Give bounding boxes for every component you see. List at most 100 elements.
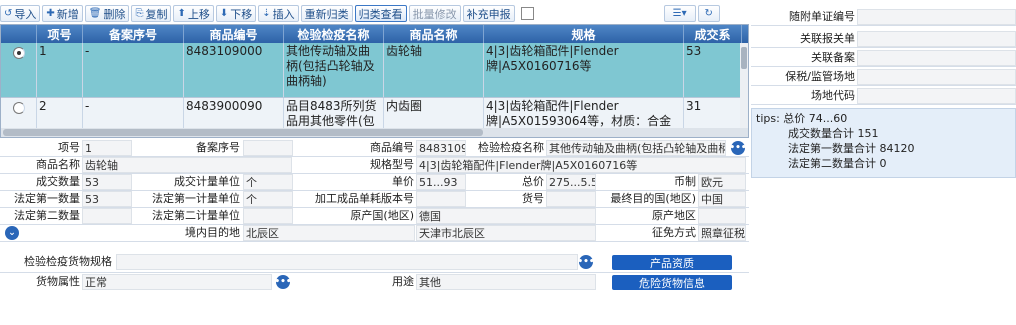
unit-field[interactable]: 个 (243, 174, 293, 190)
classify-view-button[interactable]: 归类查看 (354, 5, 407, 22)
scrollbar-thumb[interactable] (741, 47, 747, 69)
cell-code: 8483109000 (184, 43, 284, 97)
code-label: 商品编号 (370, 141, 414, 154)
ciq-spec-field[interactable] (116, 254, 578, 270)
total-label: 总价 (522, 175, 544, 188)
seq-label: 项号 (58, 141, 80, 154)
record-field[interactable] (243, 140, 293, 156)
move-down-button[interactable]: ⬇ 下移 (215, 5, 257, 22)
domestic-dest-full[interactable]: 天津市北辰区 (416, 225, 596, 241)
grid-vertical-scrollbar[interactable] (740, 43, 748, 137)
goods-no-field[interactable] (546, 191, 596, 207)
add-button[interactable]: ✚ 新增 (42, 5, 83, 22)
related-record-field[interactable] (857, 50, 1016, 66)
unit-label: 成交计量单位 (174, 175, 240, 188)
use-field[interactable]: 其他 (416, 274, 596, 290)
dangerous-goods-button[interactable]: 危险货物信息 (612, 275, 732, 290)
table-row[interactable]: 2 - 8483900090 品目8483所列货品用其他零件(包 内齿圈 4|3… (1, 98, 748, 130)
col-qty[interactable]: 成交系 (684, 25, 742, 43)
process-field[interactable] (416, 191, 466, 207)
domestic-dest-field[interactable]: 北辰区 (243, 225, 415, 241)
dest-country-field[interactable]: 中国 (698, 191, 746, 207)
expand-icon[interactable]: ⌄ (5, 226, 19, 240)
origin-area-field[interactable] (698, 208, 746, 224)
ciq-spec-label: 检验检疫货物规格 (24, 255, 112, 268)
attr-more-icon[interactable]: ••• (274, 275, 292, 289)
copy-button[interactable]: ⎘ 复制 (131, 5, 172, 22)
classify-view-label: 归类查看 (358, 7, 403, 21)
col-name[interactable]: 商品名称 (384, 25, 484, 43)
product-qualification-button[interactable]: 产品资质 (612, 255, 732, 270)
row-select-cell[interactable] (1, 43, 37, 97)
row-radio[interactable] (12, 102, 25, 114)
col-ciq-name[interactable]: 检验检疫名称 (284, 25, 384, 43)
col-spec[interactable]: 规格 (484, 25, 684, 43)
row-radio[interactable] (12, 47, 25, 59)
supplement-checkbox[interactable] (520, 7, 534, 20)
cell-spec: 4|3|齿轮箱配件|Flender牌|A5X0160716等 (484, 43, 684, 97)
attr-field[interactable]: 正常 (82, 274, 272, 290)
refresh-button[interactable]: ↻ (697, 5, 720, 22)
bonded-site-row: 保税/监管场地 (751, 69, 1016, 86)
scrollbar-thumb[interactable] (3, 129, 483, 136)
related-declaration-field[interactable] (857, 31, 1016, 47)
import-label: 导入 (14, 7, 37, 21)
legal-unit2-field[interactable] (243, 208, 293, 224)
domestic-dest-label: 境内目的地 (185, 226, 240, 239)
levy-label: 征免方式 (652, 226, 696, 239)
insert-button[interactable]: ⇣ 插入 (258, 5, 299, 22)
site-code-field[interactable] (857, 88, 1016, 104)
col-record[interactable]: 备案序号 (83, 25, 184, 43)
ciq-spec-more-icon[interactable]: ••• (577, 255, 595, 269)
related-record-label: 关联备案 (811, 51, 855, 64)
tips-lq2-label: 法定第二数量合计 (788, 157, 876, 170)
bonded-site-field[interactable] (857, 69, 1016, 85)
qty-field[interactable]: 53 (82, 174, 132, 190)
name-field[interactable]: 齿轮轴 (82, 157, 292, 173)
tips-box: tips: 总价 74...60 成交数量合计 151 法定第一数量合计 841… (751, 108, 1016, 178)
spec-field[interactable]: 4|3|齿轮箱配件|Flender牌|A5X0160716等 (416, 157, 746, 173)
reclassify-button[interactable]: 重新归类 (300, 5, 353, 22)
levy-field[interactable]: 照章征税 (698, 225, 746, 241)
attached-doc-field[interactable] (857, 9, 1016, 25)
row-select-cell[interactable] (1, 98, 37, 129)
ciq-name-field[interactable]: 其他传动轴及曲柄(包括凸轮轴及曲柄轴) (546, 140, 726, 156)
add-label: 新增 (56, 7, 79, 21)
right-panel: 随附单证编号 关联报关单 关联备案 保税/监管场地 场地代码 tips: 总价 … (751, 0, 1016, 325)
legal-unit1-field[interactable]: 个 (243, 191, 293, 207)
arrow-up-icon: ⬆ (177, 8, 186, 19)
ciq-name-more-icon[interactable]: ••• (729, 141, 747, 155)
cell-record: - (83, 98, 184, 129)
tips-lq2-value: 0 (879, 157, 887, 170)
batch-edit-button[interactable]: 批量修改 (408, 5, 461, 22)
cell-name: 齿轮轴 (384, 43, 484, 97)
legal-qty2-field[interactable] (82, 208, 132, 224)
supplement-button[interactable]: 补充申报 (462, 5, 515, 22)
trash-icon: 🗑 (88, 8, 102, 19)
attached-doc-row: 随附单证编号 (751, 9, 1016, 26)
seq-field[interactable]: 1 (82, 140, 132, 156)
import-button[interactable]: ↺ 导入 (0, 5, 41, 22)
batch-edit-label: 批量修改 (412, 7, 457, 21)
form-row: 检验检疫货物规格 ••• 产品资质 (0, 254, 749, 273)
goods-no-label: 货号 (522, 192, 544, 205)
column-menu-button[interactable]: ☰▾ (663, 5, 696, 22)
move-up-button[interactable]: ⬆ 上移 (173, 5, 214, 22)
toolbar: ↺ 导入 ✚ 新增 🗑 删除 ⎘ 复制 ⬆ 上移 ⬇ 下移 ⇣ 插入 重新归类 归类查看 批量… (0, 4, 749, 23)
delete-button[interactable]: 🗑 删除 (84, 5, 130, 22)
form-row: ⌄ 境内目的地 北辰区 天津市北辰区 征免方式 照章征税 (0, 225, 749, 242)
currency-field[interactable]: 欧元 (698, 174, 746, 190)
price-field[interactable]: 51...93 (416, 174, 466, 190)
origin-field[interactable]: 德国 (416, 208, 596, 224)
col-seq[interactable]: 项号 (37, 25, 83, 43)
table-row[interactable]: 1 - 8483109000 其他传动轴及曲柄(包括凸轮轴及曲柄轴) 齿轮轴 4… (1, 43, 748, 98)
legal-unit2-label: 法定第二计量单位 (152, 209, 240, 222)
code-field[interactable]: 8483109000 (416, 140, 466, 156)
arrow-down-icon: ⬇ (219, 8, 229, 19)
col-code[interactable]: 商品编号 (184, 25, 284, 43)
legal-qty1-field[interactable]: 53 (82, 191, 132, 207)
refresh-icon: ↻ (704, 8, 713, 19)
total-field[interactable]: 275...5.5 (546, 174, 596, 190)
goods-grid: 项号 备案序号 商品编号 检验检疫名称 商品名称 规格 成交系 1 - 8483… (0, 24, 749, 138)
grid-horizontal-scrollbar[interactable] (1, 128, 748, 137)
